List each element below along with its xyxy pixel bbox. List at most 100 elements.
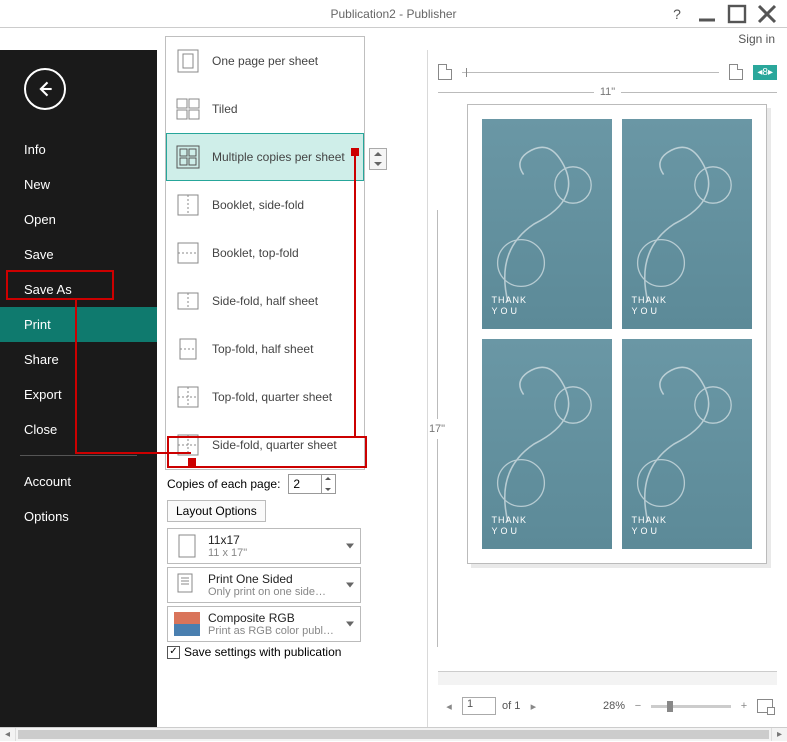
fit-to-window-button[interactable]	[757, 699, 773, 713]
menu-share[interactable]: Share	[0, 342, 157, 377]
dd-label: Booklet, side-fold	[212, 198, 304, 212]
paper-size-dropdown[interactable]: 11x17 11 x 17"	[167, 528, 361, 564]
print-sides-dropdown[interactable]: Print One Sided Only print on one side…	[167, 567, 361, 603]
preview-toolbar: ◂8▸	[438, 62, 777, 82]
spinner-icon[interactable]	[321, 475, 335, 493]
dd-label: Tiled	[212, 102, 238, 116]
menu-options[interactable]: Options	[0, 499, 157, 534]
print-settings-panel: One page per sheet Tiled Multiple copies…	[157, 50, 427, 727]
zoom-in-button[interactable]: +	[737, 700, 751, 712]
page-total-label: of 1	[502, 700, 520, 712]
multiple-copies-icon	[174, 143, 202, 171]
dd-label: Booklet, top-fold	[212, 246, 299, 260]
menu-account[interactable]: Account	[0, 464, 157, 499]
annotation-line	[354, 152, 356, 438]
annotation-dot	[188, 458, 196, 466]
zoom-label: 28%	[603, 700, 625, 712]
width-dimension: 11"	[438, 86, 777, 98]
side-fold-quarter-icon	[174, 431, 202, 459]
preview-card: THANKYOU	[622, 119, 752, 329]
color-sub: Print as RGB color publ…	[208, 625, 334, 637]
sides-sub: Only print on one side…	[208, 586, 326, 598]
annotation-line	[75, 452, 191, 454]
page-icon	[174, 532, 200, 560]
dd-label: Top-fold, half sheet	[212, 342, 313, 356]
dd-booklet-top-fold[interactable]: Booklet, top-fold	[166, 229, 364, 277]
copies-label: Copies of each page:	[167, 477, 280, 491]
dd-multiple-copies[interactable]: Multiple copies per sheet	[166, 133, 364, 181]
sides-title: Print One Sided	[208, 572, 326, 586]
preview-hscroll[interactable]	[438, 671, 777, 685]
menu-info[interactable]: Info	[0, 132, 157, 167]
preview-card: THANKYOU	[482, 119, 612, 329]
top-fold-quarter-icon	[174, 383, 202, 411]
dd-label: Multiple copies per sheet	[212, 150, 345, 164]
page-icon[interactable]	[438, 64, 452, 80]
layout-options-button[interactable]: Layout Options	[167, 500, 266, 522]
zoom-slider[interactable]	[651, 705, 731, 708]
save-settings-checkbox[interactable]: ✓	[167, 646, 180, 659]
prev-page-button[interactable]: ◂	[442, 700, 456, 713]
paper-title: 11x17	[208, 533, 247, 547]
color-mode-dropdown[interactable]: Composite RGB Print as RGB color publ…	[167, 606, 361, 642]
paper-sub: 11 x 17"	[208, 547, 247, 559]
menu-new[interactable]: New	[0, 167, 157, 202]
next-page-button[interactable]: ▸	[526, 700, 540, 713]
chevron-down-icon	[346, 622, 354, 627]
menu-save-as[interactable]: Save As	[0, 272, 157, 307]
top-fold-half-icon	[174, 335, 202, 363]
dd-label: One page per sheet	[212, 54, 318, 68]
menu-close[interactable]: Close	[0, 412, 157, 447]
booklet-top-icon	[174, 239, 202, 267]
booklet-side-icon	[174, 191, 202, 219]
restore-button[interactable]	[725, 2, 749, 26]
menu-print[interactable]: Print	[0, 307, 157, 342]
dd-label: Side-fold, quarter sheet	[212, 438, 337, 452]
dd-side-fold-half[interactable]: Side-fold, half sheet	[166, 277, 364, 325]
chevron-down-icon	[346, 544, 354, 549]
copies-value: 2	[293, 477, 300, 491]
help-button[interactable]: ?	[665, 2, 689, 26]
menu-separator	[20, 455, 137, 456]
annotation-line	[75, 300, 77, 452]
menu-save[interactable]: Save	[0, 237, 157, 272]
minimize-button[interactable]	[695, 2, 719, 26]
dd-top-fold-quarter[interactable]: Top-fold, quarter sheet	[166, 373, 364, 421]
dd-top-fold-half[interactable]: Top-fold, half sheet	[166, 325, 364, 373]
height-dimension: 17"	[430, 210, 444, 647]
dd-tiled[interactable]: Tiled	[166, 85, 364, 133]
signin-link[interactable]: Sign in	[0, 28, 787, 50]
close-button[interactable]	[755, 2, 779, 26]
page-single-icon	[174, 47, 202, 75]
preview-status-bar: ◂ 1 of 1 ▸ 28% − +	[438, 685, 777, 727]
color-title: Composite RGB	[208, 611, 334, 625]
preview-card: THANKYOU	[622, 339, 752, 549]
pages-per-sheet-badge[interactable]: ◂8▸	[753, 65, 777, 80]
menu-open[interactable]: Open	[0, 202, 157, 237]
backstage-sidebar: Info New Open Save Save As Print Share E…	[0, 50, 157, 727]
chevron-down-icon	[346, 583, 354, 588]
side-fold-half-icon	[174, 287, 202, 315]
tiled-icon	[174, 95, 202, 123]
spinner-behind-dropdown[interactable]	[369, 148, 387, 170]
print-preview-panel: ◂8▸ 11" 17" THANKYOU THANKYOU	[427, 50, 787, 727]
dd-label: Top-fold, quarter sheet	[212, 390, 332, 404]
page-number-input[interactable]: 1	[462, 697, 496, 715]
preview-card: THANKYOU	[482, 339, 612, 549]
page-icon[interactable]	[729, 64, 743, 80]
print-one-sided-icon	[174, 571, 200, 599]
title-bar: Publication2 - Publisher ?	[0, 0, 787, 28]
dd-label: Side-fold, half sheet	[212, 294, 318, 308]
window-title: Publication2 - Publisher	[330, 7, 456, 21]
back-button[interactable]	[24, 68, 66, 110]
dd-booklet-side-fold[interactable]: Booklet, side-fold	[166, 181, 364, 229]
menu-export[interactable]: Export	[0, 377, 157, 412]
rgb-icon	[174, 610, 200, 638]
save-settings-label: Save settings with publication	[184, 645, 341, 659]
dd-one-page-per-sheet[interactable]: One page per sheet	[166, 37, 364, 85]
zoom-out-button[interactable]: −	[631, 700, 645, 712]
ruler-slider[interactable]	[462, 72, 719, 73]
window-hscroll[interactable]: ◂ ▸	[0, 727, 787, 741]
preview-sheet: THANKYOU THANKYOU THANKYOU THANKYOU	[467, 104, 767, 564]
copies-input[interactable]: 2	[288, 474, 336, 494]
